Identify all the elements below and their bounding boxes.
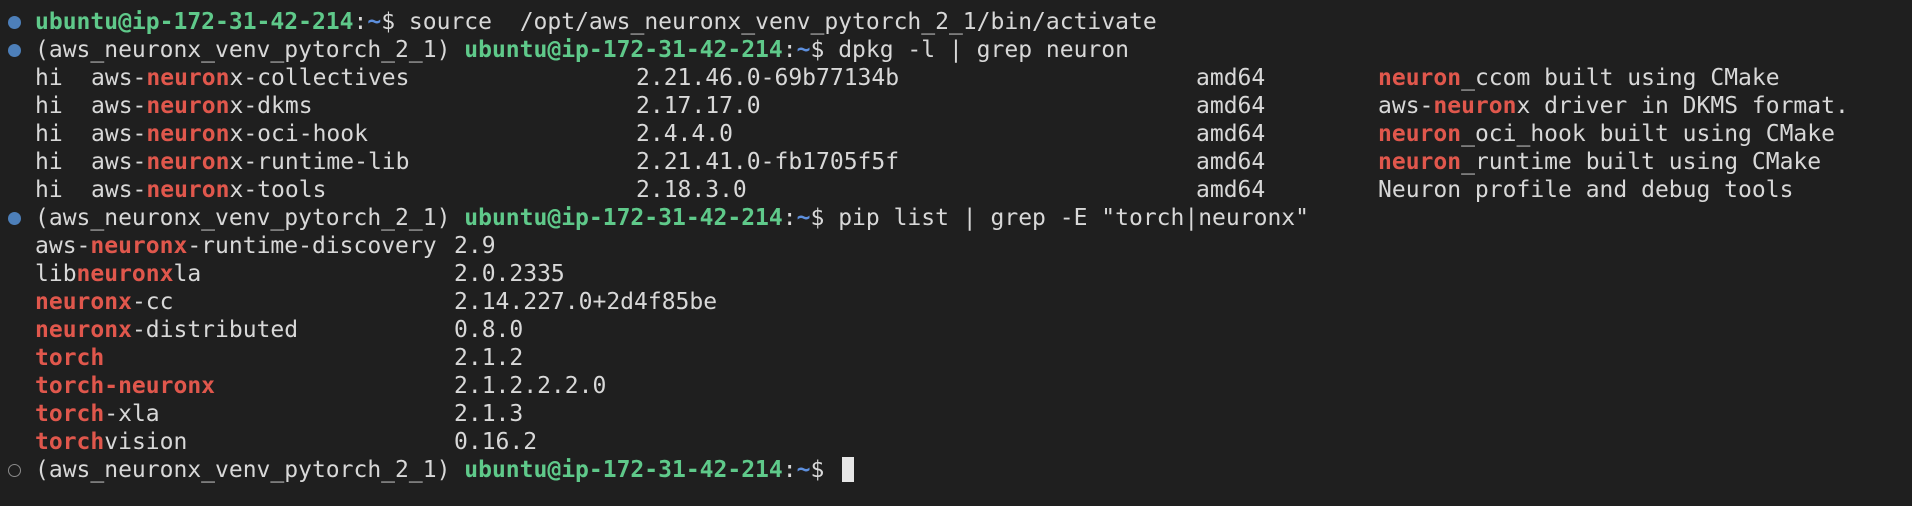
dpkg-status: hi	[35, 149, 63, 175]
pip-version: 2.1.3	[454, 401, 524, 427]
command-line-activate: ubuntu@ip-172-31-42-214:~$ source /opt/a…	[0, 8, 1912, 36]
pip-row: torch 2.1.2	[0, 344, 1912, 372]
dpkg-status: hi	[35, 177, 63, 203]
dpkg-status: hi	[35, 65, 63, 91]
dpkg-package-name: aws-neuronx-tools	[91, 177, 327, 203]
dpkg-description: neuron_ccom built using CMake	[1378, 65, 1780, 91]
dpkg-version: 2.21.46.0-69b77134b	[636, 65, 900, 91]
pip-version: 2.14.227.0+2d4f85be	[454, 289, 718, 315]
pip-version: 2.1.2	[454, 345, 524, 371]
command-line-current[interactable]: (aws_neuronx_venv_pytorch_2_1) ubuntu@ip…	[0, 456, 1912, 484]
pip-version: 0.16.2	[454, 429, 538, 455]
dpkg-package-name: aws-neuronx-dkms	[91, 93, 313, 119]
dpkg-package-name: aws-neuronx-runtime-lib	[91, 149, 410, 175]
command-text: dpkg -l | grep neuron	[838, 37, 1129, 63]
prompt-venv: (aws_neuronx_venv_pytorch_2_1)	[35, 37, 465, 63]
prompt-path: ~	[796, 457, 811, 483]
pip-package-name: torchvision	[35, 429, 188, 455]
command-line-dpkg: (aws_neuronx_venv_pytorch_2_1) ubuntu@ip…	[0, 36, 1912, 64]
command-success-decoration-icon[interactable]	[8, 16, 21, 29]
pip-package-name: neuronx-distributed	[35, 317, 299, 343]
dpkg-row: hi aws-neuronx-oci-hook 2.4.4.0 amd64 ne…	[0, 120, 1912, 148]
command-success-decoration-icon[interactable]	[8, 212, 21, 225]
pip-version: 2.1.2.2.2.0	[454, 373, 607, 399]
dpkg-version: 2.17.17.0	[636, 93, 761, 119]
dpkg-package-name: aws-neuronx-oci-hook	[91, 121, 368, 147]
command-line-pip: (aws_neuronx_venv_pytorch_2_1) ubuntu@ip…	[0, 204, 1912, 232]
dpkg-row: hi aws-neuronx-dkms 2.17.17.0 amd64 aws-…	[0, 92, 1912, 120]
prompt-user-host: ubuntu@ip-172-31-42-214	[464, 205, 783, 231]
pip-row: torchvision 0.16.2	[0, 428, 1912, 456]
pip-package-name: neuronx-cc	[35, 289, 174, 315]
prompt-venv: (aws_neuronx_venv_pytorch_2_1)	[35, 205, 465, 231]
prompt-user-host: ubuntu@ip-172-31-42-214	[464, 37, 783, 63]
dpkg-arch: amd64	[1196, 93, 1266, 119]
prompt-path: ~	[796, 37, 811, 63]
dpkg-status: hi	[35, 93, 63, 119]
prompt-venv: (aws_neuronx_venv_pytorch_2_1)	[35, 457, 465, 483]
pip-row: neuronx-cc 2.14.227.0+2d4f85be	[0, 288, 1912, 316]
dpkg-package-name: aws-neuronx-collectives	[91, 65, 410, 91]
command-text: pip list | grep -E "torch|neuronx"	[838, 205, 1309, 231]
dpkg-arch: amd64	[1196, 149, 1266, 175]
command-pending-decoration-icon[interactable]	[8, 464, 21, 477]
dpkg-row: hi aws-neuronx-runtime-lib 2.21.41.0-fb1…	[0, 148, 1912, 176]
dpkg-version: 2.4.4.0	[636, 121, 733, 147]
pip-row: torch-xla 2.1.3	[0, 400, 1912, 428]
block-cursor-icon	[842, 457, 855, 482]
pip-row: torch-neuronx 2.1.2.2.2.0	[0, 372, 1912, 400]
dpkg-description: neuron_oci_hook built using CMake	[1378, 121, 1835, 147]
command-text: source /opt/aws_neuronx_venv_pytorch_2_1…	[408, 9, 1157, 35]
prompt-user-host: ubuntu@ip-172-31-42-214	[35, 9, 354, 35]
dpkg-description: neuron_runtime built using CMake	[1378, 149, 1822, 175]
pip-version: 2.9	[454, 233, 496, 259]
pip-package-name: torch	[35, 345, 105, 371]
pip-row: aws-neuronx-runtime-discovery 2.9	[0, 232, 1912, 260]
pip-package-name: aws-neuronx-runtime-discovery	[35, 233, 437, 259]
dpkg-description: aws-neuronx driver in DKMS format.	[1378, 93, 1849, 119]
dpkg-row: hi aws-neuronx-tools 2.18.3.0 amd64 Neur…	[0, 176, 1912, 204]
prompt-path: ~	[796, 205, 811, 231]
pip-row: neuronx-distributed 0.8.0	[0, 316, 1912, 344]
prompt-path: ~	[367, 9, 382, 35]
pip-package-name: torch-neuronx	[35, 373, 216, 399]
command-success-decoration-icon[interactable]	[8, 44, 21, 57]
prompt-user-host: ubuntu@ip-172-31-42-214	[464, 457, 783, 483]
dpkg-arch: amd64	[1196, 121, 1266, 147]
dpkg-version: 2.18.3.0	[636, 177, 747, 203]
dpkg-description: Neuron profile and debug tools	[1378, 177, 1794, 203]
dpkg-version: 2.21.41.0-fb1705f5f	[636, 149, 900, 175]
dpkg-arch: amd64	[1196, 177, 1266, 203]
pip-row: libneuronxla 2.0.2335	[0, 260, 1912, 288]
terminal-window[interactable]: ubuntu@ip-172-31-42-214:~$ source /opt/a…	[0, 0, 1912, 506]
pip-version: 0.8.0	[454, 317, 524, 343]
pip-package-name: torch-xla	[35, 401, 160, 427]
pip-package-name: libneuronxla	[35, 261, 202, 287]
dpkg-status: hi	[35, 121, 63, 147]
pip-version: 2.0.2335	[454, 261, 565, 287]
dpkg-row: hi aws-neuronx-collectives 2.21.46.0-69b…	[0, 64, 1912, 92]
dpkg-arch: amd64	[1196, 65, 1266, 91]
